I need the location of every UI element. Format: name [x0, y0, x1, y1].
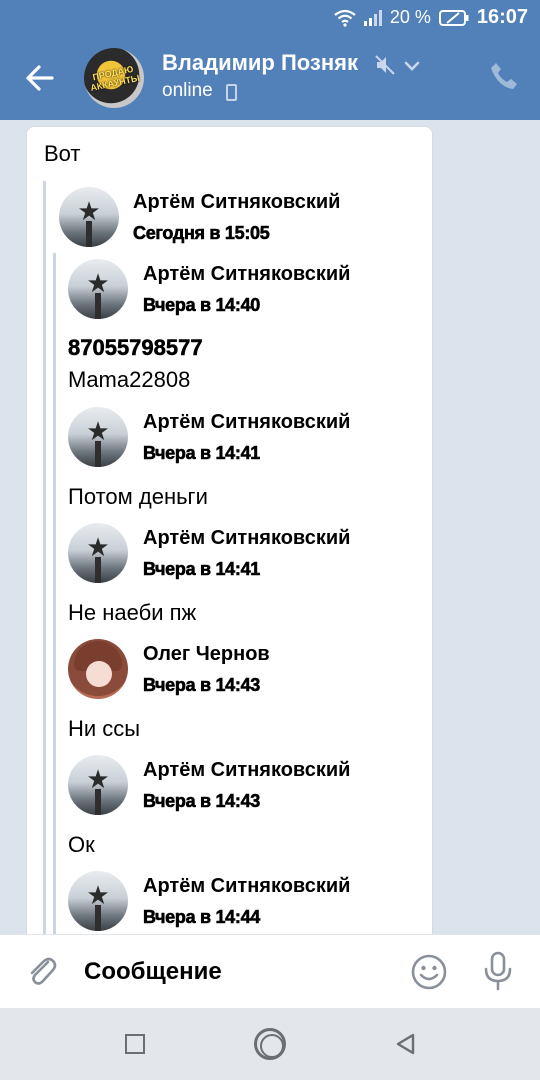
forward-time: Вчера в 14:41	[143, 559, 261, 580]
emoji-icon[interactable]	[410, 953, 448, 991]
message-list[interactable]: Вот ★ Артём Ситняковский Сегодня в 15:05…	[0, 120, 540, 934]
forward-author[interactable]: Артём Ситняковский	[143, 411, 350, 434]
avatar[interactable]	[68, 639, 128, 699]
battery-icon	[438, 9, 469, 26]
forward-text: 87055798577	[68, 335, 203, 361]
home-icon[interactable]	[254, 1028, 286, 1060]
wifi-icon	[334, 9, 356, 27]
avatar[interactable]: ★	[68, 407, 128, 467]
microphone-icon[interactable]	[482, 951, 514, 991]
forward-text: Ок	[68, 832, 95, 857]
forward-author[interactable]: Артём Ситняковский	[133, 191, 340, 214]
clock: 16:07	[476, 6, 528, 28]
avatar[interactable]: ★	[68, 755, 128, 815]
forward-text: Не наеби пж	[68, 600, 197, 625]
chevron-down-icon[interactable]	[402, 56, 422, 76]
forward-text: Ни ссы	[68, 716, 141, 741]
avatar[interactable]: ★	[68, 523, 128, 583]
forward-author[interactable]: Артём Ситняковский	[143, 527, 350, 550]
phone-icon[interactable]	[488, 60, 520, 92]
forward-time: Вчера в 14:43	[143, 791, 261, 812]
forward-author[interactable]: Артём Ситняковский	[143, 875, 350, 898]
nested-forward-line	[53, 253, 56, 934]
forward-author[interactable]: Артём Ситняковский	[143, 263, 350, 286]
back-triangle-icon[interactable]	[394, 1032, 418, 1056]
avatar[interactable]: ★	[68, 871, 128, 931]
forward-author[interactable]: Артём Ситняковский	[143, 759, 350, 782]
mute-icon	[375, 55, 395, 75]
avatar-logo-text: ПРОДАЮ АККАУНТЫ	[89, 63, 141, 93]
forward-time: Вчера в 14:41	[143, 443, 261, 464]
status-bar: 20 % 16:07	[0, 0, 540, 36]
forward-author[interactable]: Олег Чернов	[143, 643, 270, 666]
forward-text: Mama22808	[68, 367, 191, 392]
paperclip-icon[interactable]	[24, 953, 60, 991]
forward-time: Сегодня в 15:05	[133, 223, 270, 244]
forward-line	[43, 181, 46, 934]
avatar[interactable]: ★	[68, 259, 128, 319]
avatar[interactable]: ПРОДАЮ АККАУНТЫ	[84, 48, 144, 108]
chat-header: ПРОДАЮ АККАУНТЫ Владимир Позняк online	[0, 36, 540, 120]
avatar[interactable]: ★	[59, 187, 119, 247]
message-input[interactable]	[84, 953, 394, 991]
forward-time: Вчера в 14:40	[143, 295, 261, 316]
back-arrow-icon[interactable]	[22, 60, 58, 96]
forward-text: Потом деньги	[68, 484, 208, 509]
mobile-icon	[226, 84, 237, 101]
system-nav-bar	[0, 1008, 540, 1080]
forward-time: Вчера в 14:43	[143, 675, 261, 696]
message-composer	[0, 934, 540, 1008]
forward-time: Вчера в 14:44	[143, 907, 261, 928]
signal-icon	[363, 9, 382, 26]
recent-apps-icon[interactable]	[125, 1034, 145, 1054]
online-status: online	[162, 80, 213, 101]
chat-title[interactable]: Владимир Позняк	[162, 50, 358, 76]
message-bubble[interactable]: Вот ★ Артём Ситняковский Сегодня в 15:05…	[26, 126, 433, 934]
message-text: Вот	[44, 141, 81, 166]
battery-percent: 20 %	[389, 7, 431, 27]
